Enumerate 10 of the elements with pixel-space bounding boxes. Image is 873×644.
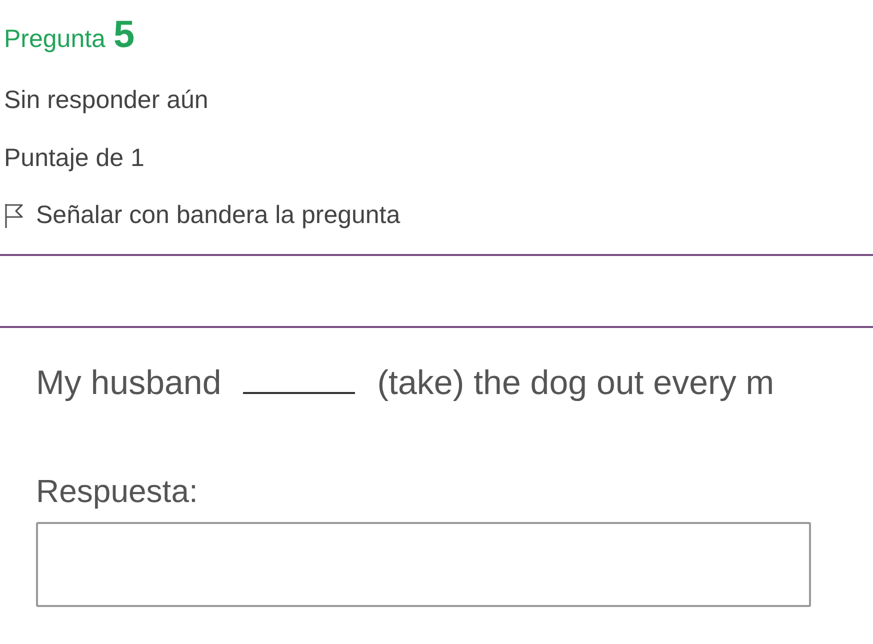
- question-text: My husband: [36, 364, 222, 403]
- question-number: 5: [113, 14, 135, 57]
- question-label: Pregunta: [4, 25, 106, 54]
- answer-label: Respuesta:: [35, 472, 199, 510]
- points-text: Puntaje de 1: [4, 143, 146, 173]
- flag-icon[interactable]: [4, 202, 24, 228]
- answer-field[interactable]: [36, 522, 811, 607]
- flag-question-link[interactable]: Señalar con bandera la pregunta: [36, 201, 400, 230]
- status-text: Sin responder aún: [4, 85, 210, 115]
- question-text: (take) the dog out every m: [377, 364, 774, 403]
